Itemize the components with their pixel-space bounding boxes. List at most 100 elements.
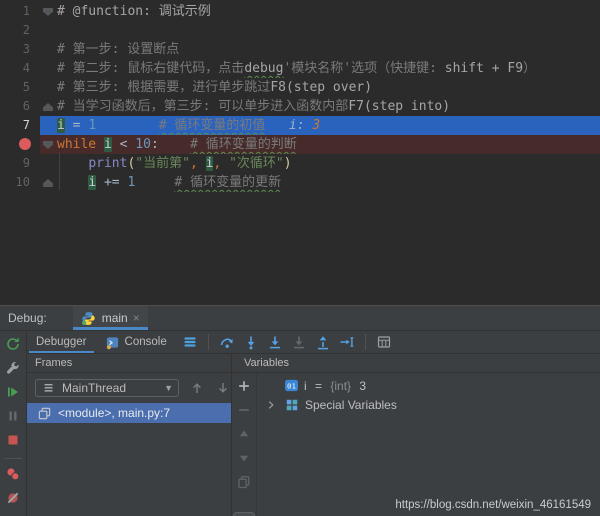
- watermark: https://blog.csdn.net/weixin_46161549: [395, 499, 591, 511]
- code-token: # 循环变量的初值: [158, 118, 266, 133]
- mute-breakpoints-button[interactable]: [5, 490, 21, 506]
- force-step-into-button[interactable]: [267, 334, 283, 350]
- pause-program-disabled-button: [5, 408, 21, 424]
- debug-main: Debugger Console Frames MainThread ▼ <mo…: [27, 331, 600, 516]
- variables-panel-title: Variables: [232, 353, 600, 373]
- tab-console-label: Console: [124, 336, 167, 348]
- code-token: ）: [523, 61, 537, 76]
- thread-icon: [41, 380, 57, 396]
- line-number-gutter[interactable]: 1: [0, 2, 40, 21]
- variable-type: {int}: [330, 378, 352, 393]
- move-down-disabled-button: [236, 450, 252, 466]
- editor-lines: 1 # @function: 调试示例 2 3 # 第一步: 设置断点 4 # 第二步: 鼠…: [0, 2, 600, 192]
- editor-line-6: 6 # 当学习函数后，第三步: 可以单步进入函数内部F7(step into): [0, 97, 600, 116]
- line-number-gutter[interactable]: 7: [0, 116, 40, 135]
- remove-watch-disabled-button: [236, 402, 252, 418]
- debug-header: Debug: main ×: [0, 306, 600, 331]
- line-number-gutter[interactable]: 9: [0, 154, 40, 173]
- code-token: +=: [96, 175, 128, 190]
- variable-row-i[interactable]: 01 i = {int} 3: [257, 376, 600, 395]
- breakpoint-icon[interactable]: [19, 138, 31, 150]
- chevron-down-icon: ▼: [164, 383, 173, 393]
- next-frame-icon[interactable]: [215, 380, 231, 396]
- chevron-right-icon[interactable]: [263, 397, 279, 413]
- code-token: ): [283, 156, 292, 171]
- variables-body: 01 i = {int} 3 Special Variables: [232, 373, 600, 516]
- tab-console[interactable]: Console: [96, 331, 176, 353]
- line-number-gutter[interactable]: 2: [0, 21, 40, 40]
- run-tab-main[interactable]: main ×: [72, 306, 148, 330]
- code-token: i:: [288, 118, 313, 133]
- step-into-button[interactable]: [243, 334, 259, 350]
- line-number-gutter[interactable]: 6: [0, 97, 40, 116]
- stack-frame-label: <module>, main.py:7: [58, 406, 171, 420]
- code-token: F8(step over): [270, 80, 373, 95]
- code-token: while: [57, 137, 97, 152]
- special-variables-label: Special Variables: [305, 397, 397, 412]
- thread-row: MainThread ▼: [27, 373, 231, 397]
- layout-settings-button[interactable]: [182, 334, 198, 350]
- line-number-gutter[interactable]: 3: [0, 40, 40, 59]
- code-token: =: [64, 118, 89, 133]
- code-editor[interactable]: 1 # @function: 调试示例 2 3 # 第一步: 设置断点 4 # 第二步: 鼠…: [0, 0, 600, 305]
- show-watches-button[interactable]: [233, 512, 255, 516]
- code-token: print: [88, 156, 128, 171]
- editor-line-9: 9 print("当前第", i, "次循环"): [0, 154, 600, 173]
- special-variables-icon: [284, 397, 300, 413]
- code-token: "次循环": [229, 156, 284, 171]
- editor-line-2: 2: [0, 21, 600, 40]
- tab-debugger[interactable]: Debugger: [27, 331, 96, 353]
- stop-button[interactable]: [5, 432, 21, 448]
- frames-panel: Frames MainThread ▼ <module>, main.py:7: [27, 353, 231, 516]
- code-token: i: [57, 118, 65, 133]
- variable-value: 3: [356, 378, 367, 393]
- editor-line-7: 7 i = 1 # 循环变量的初值 i: 3: [0, 116, 600, 135]
- debug-toolbar: Debugger Console: [27, 331, 600, 353]
- special-variables-row[interactable]: Special Variables: [257, 395, 600, 414]
- tab-debugger-label: Debugger: [36, 336, 87, 348]
- editor-line-3: 3 # 第一步: 设置断点: [0, 40, 600, 59]
- settings-wrench-button[interactable]: [5, 360, 21, 376]
- code-token: 3: [312, 118, 321, 133]
- code-token: # @function: 调试示例: [57, 4, 211, 19]
- close-icon[interactable]: ×: [133, 312, 140, 324]
- variable-equals: =: [311, 378, 326, 393]
- variables-tree: 01 i = {int} 3 Special Variables: [257, 373, 600, 516]
- step-over-button[interactable]: [219, 334, 235, 350]
- previous-frame-icon[interactable]: [189, 380, 205, 396]
- toolbar-separator: [207, 334, 209, 350]
- code-token: # 循环变量的判断: [190, 137, 297, 152]
- run-tab-label: main: [101, 311, 128, 325]
- add-watch-button[interactable]: [236, 378, 252, 394]
- frames-body: MainThread ▼ <module>, main.py:7: [27, 373, 231, 516]
- variable-name: i: [304, 378, 307, 393]
- evaluate-expression-button[interactable]: [376, 334, 392, 350]
- line-number-gutter[interactable]: 10: [0, 173, 40, 192]
- resume-program-button[interactable]: [5, 384, 21, 400]
- stack-frame-item[interactable]: <module>, main.py:7: [27, 403, 231, 423]
- run-to-cursor-button[interactable]: [339, 334, 355, 350]
- code-token: # 第二步: 鼠标右键代码，点击: [57, 61, 245, 76]
- code-token: 1: [88, 118, 97, 133]
- code-token: 10: [135, 137, 151, 152]
- line-number-gutter[interactable]: 4: [0, 59, 40, 78]
- view-breakpoints-button[interactable]: [5, 466, 21, 482]
- debug-panels: Frames MainThread ▼ <module>, main.py:7 …: [27, 353, 600, 516]
- editor-line-4: 4 # 第二步: 鼠标右键代码，点击debug'模块名称'选项（快捷键: shif…: [0, 59, 600, 78]
- code-token: # 第一步: 设置断点: [57, 42, 180, 57]
- frames-panel-title: Frames: [27, 353, 231, 373]
- thread-selector[interactable]: MainThread ▼: [35, 379, 179, 397]
- step-out-button[interactable]: [315, 334, 331, 350]
- rerun-button[interactable]: [5, 336, 21, 352]
- code-token: '模块名称'选项（快捷键:: [283, 61, 445, 76]
- code-token: debug: [244, 61, 284, 76]
- variables-side-toolbar: [232, 373, 257, 516]
- code-token: ,: [189, 156, 198, 171]
- line-number-gutter[interactable]: 5: [0, 78, 40, 97]
